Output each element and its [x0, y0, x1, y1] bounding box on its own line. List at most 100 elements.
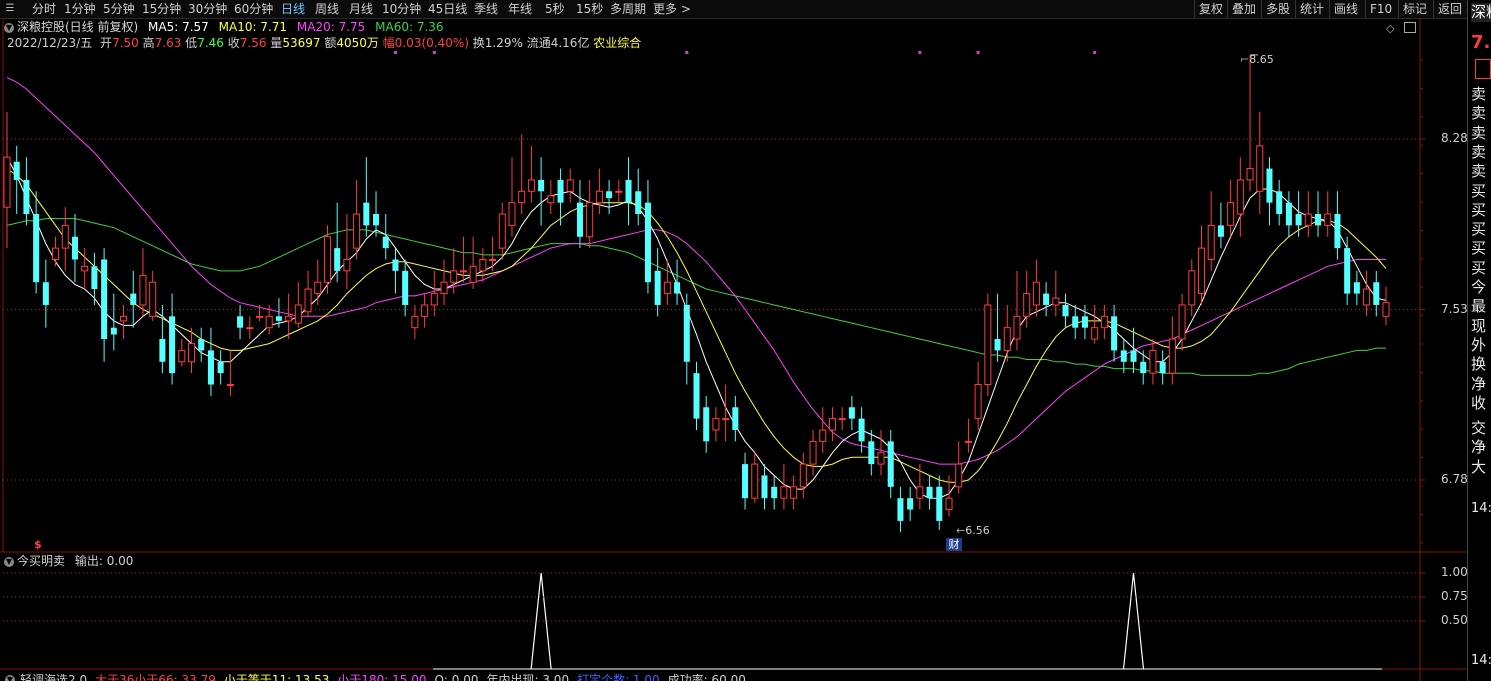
candle	[489, 236, 497, 271]
candle	[1304, 191, 1312, 237]
candle	[615, 179, 623, 203]
signal-marker	[1093, 51, 1097, 54]
candle	[217, 350, 224, 385]
candle	[1266, 157, 1273, 226]
candle-body	[255, 315, 264, 318]
candle-body	[809, 440, 817, 465]
candle-body	[644, 202, 651, 283]
candle-body	[343, 258, 351, 272]
candle	[674, 259, 681, 305]
chevron-down-icon[interactable]: ▼	[5, 675, 15, 681]
candle-body	[402, 270, 409, 305]
candle-body	[139, 274, 147, 306]
candle-body	[207, 350, 214, 385]
candle	[586, 179, 594, 249]
candle	[761, 464, 768, 510]
candle-body	[936, 486, 943, 521]
candle-body	[761, 475, 768, 499]
candle-body	[1013, 315, 1021, 340]
quote-row-label: 净	[1471, 374, 1487, 393]
candle-body	[586, 202, 594, 238]
candle	[1382, 286, 1390, 326]
candle-body	[198, 339, 205, 351]
candle-body	[547, 195, 555, 204]
candle-body	[518, 190, 526, 204]
candle-body	[615, 190, 623, 193]
candle	[576, 179, 583, 249]
candle	[926, 475, 933, 510]
quote-row-label: 卖	[1471, 85, 1487, 103]
signal-marker	[432, 51, 436, 54]
candle-body	[178, 349, 186, 363]
quote-row-label: 现	[1471, 316, 1487, 335]
candle	[1062, 293, 1069, 328]
candle-body	[674, 282, 681, 294]
candle-body	[314, 281, 322, 295]
candle-body	[42, 282, 49, 305]
candle-body	[392, 259, 399, 271]
candle-body	[382, 236, 389, 249]
candle-body	[868, 441, 875, 465]
quote-price: 7.	[1471, 32, 1491, 53]
candle	[120, 304, 128, 340]
candle	[52, 236, 60, 267]
indicator-spike	[1122, 572, 1145, 670]
candle	[237, 304, 244, 340]
candle	[1111, 304, 1118, 362]
candle	[373, 191, 380, 237]
candle-body	[1382, 302, 1390, 317]
candle-body	[23, 179, 30, 215]
candle	[304, 270, 312, 317]
candle	[848, 395, 855, 430]
chevron-down-icon[interactable]: ▼	[4, 556, 14, 567]
candle-body	[459, 270, 467, 273]
candle	[294, 282, 302, 328]
candle-body	[974, 384, 982, 420]
candle-body	[994, 339, 1001, 351]
quote-row-label: 卖	[1471, 162, 1487, 181]
candle	[527, 145, 535, 203]
high-value-label: 8.65	[1249, 53, 1274, 66]
candle	[3, 111, 11, 249]
indicator-spike	[530, 572, 552, 670]
finance-badge[interactable]: 财	[946, 538, 962, 551]
bottom-indicator-value: 成功率: 60.00	[667, 673, 746, 681]
kline-chart[interactable]	[0, 0, 1467, 681]
candle	[411, 304, 419, 340]
candle	[994, 293, 1001, 362]
panel-box-icon[interactable]	[1475, 59, 1491, 79]
candle-body	[1130, 350, 1137, 362]
candle-body	[595, 190, 603, 204]
candle	[1091, 304, 1099, 344]
price-tick-label: 6.78	[1441, 472, 1468, 486]
candle	[1217, 202, 1224, 249]
candle-body	[323, 236, 331, 283]
candle	[343, 214, 351, 290]
candle	[838, 407, 846, 430]
candle-body	[654, 270, 661, 305]
candle	[518, 134, 526, 215]
candle-body	[557, 179, 564, 203]
dollar-mark: $	[34, 538, 42, 551]
candle	[1246, 54, 1254, 192]
candle	[1344, 236, 1351, 305]
candle	[130, 270, 137, 328]
candle-body	[81, 265, 89, 272]
quote-row-label: 买	[1471, 258, 1487, 277]
bottom-indicator-value: 年内出现: 3.00	[486, 673, 570, 681]
quote-row-label: 买	[1471, 220, 1487, 239]
quote-row-label: 卖	[1471, 104, 1487, 123]
candle	[353, 179, 361, 260]
candle	[1227, 179, 1235, 237]
candle	[285, 293, 293, 340]
candle	[1100, 304, 1108, 340]
candle	[1043, 282, 1050, 317]
candle	[382, 214, 389, 260]
candle-body	[237, 316, 244, 328]
quote-row-label: 今	[1471, 278, 1487, 296]
candle	[1315, 191, 1322, 237]
candle	[1207, 191, 1215, 271]
candle	[430, 270, 438, 317]
candle-body	[877, 452, 885, 465]
candle-body	[226, 384, 234, 387]
